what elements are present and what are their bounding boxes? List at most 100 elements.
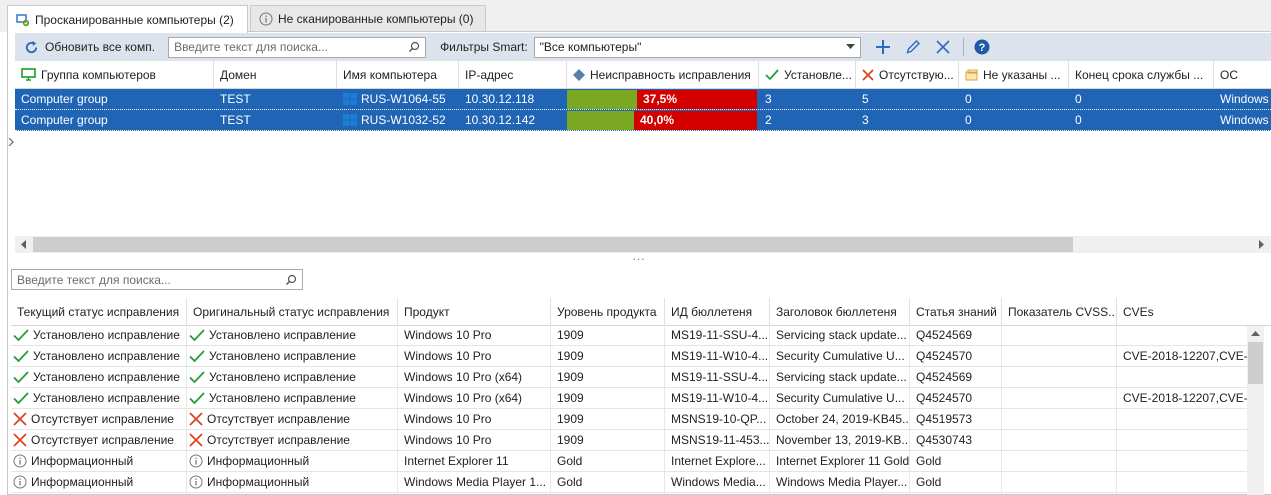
cves-cell: CVE-2018-12207,CVE-20 [1117, 346, 1247, 366]
column-header-bulletin-title[interactable]: Заголовок бюллетеня [770, 298, 910, 325]
column-header-computer-name[interactable]: Имя компьютера [337, 61, 459, 88]
panel-splitter[interactable]: ... [7, 250, 1271, 263]
column-header-current-status[interactable]: Текущий статус исправления [11, 298, 187, 325]
title-cell: October 24, 2019-KB45... [770, 409, 910, 429]
patch-search-input[interactable]: Введите текст для поиска... [11, 269, 303, 290]
refresh-all-button[interactable]: Обновить все комп. [24, 40, 155, 55]
column-header-missing[interactable]: Отсутствую... [856, 61, 959, 88]
edit-icon[interactable] [905, 39, 921, 55]
checkmark-icon [189, 349, 205, 362]
column-header-cves[interactable]: CVEs [1117, 298, 1271, 325]
computer-row[interactable]: Computer group TEST RUS-W1064-55 10.30.12.1… [15, 89, 1271, 110]
hscroll-thumb[interactable] [33, 237, 1073, 252]
ip-cell: 10.30.12.142 [465, 113, 536, 127]
column-header-cvss[interactable]: Показатель CVSS... [1002, 298, 1117, 325]
cross-icon [189, 433, 203, 447]
title-cell: November 13, 2019-KB... [770, 430, 910, 450]
computer-grid-header: Группа компьютеров Домен Имя компьютера … [15, 61, 1271, 89]
computer-name-cell: RUS-W1064-55 [337, 89, 459, 109]
tab-unscanned-computers[interactable]: Не сканированные компьютеры (0) [250, 5, 486, 32]
fault-percent: 37,5% [643, 92, 678, 106]
cross-icon [189, 412, 203, 426]
scroll-left-icon[interactable] [20, 240, 28, 249]
column-header-os[interactable]: ОС [1214, 61, 1271, 88]
column-label: Статья знаний [916, 304, 997, 319]
patch-search-placeholder: Введите текст для поиска... [17, 272, 171, 287]
kb-cell: Q4524570 [910, 388, 1002, 408]
checkmark-icon [189, 391, 205, 404]
kb-cell: Gold [910, 472, 1002, 492]
title-cell: Servicing stack update... [770, 325, 910, 345]
column-header-original-status[interactable]: Оригинальный статус исправления [187, 298, 398, 325]
bulletin-cell: Windows Media... [665, 472, 770, 492]
eol-cell: 0 [1075, 92, 1082, 106]
add-icon[interactable] [875, 39, 891, 55]
column-header-patch-fault[interactable]: Неисправность исправления [567, 61, 759, 88]
level-cell: Gold [551, 451, 665, 471]
column-header-unspecified[interactable]: Не указаны ... [959, 61, 1069, 88]
help-icon[interactable]: ? [974, 39, 990, 55]
kb-cell: Q4524570 [910, 346, 1002, 366]
vscroll-thumb[interactable] [1248, 342, 1263, 384]
column-label: ОС [1220, 67, 1238, 82]
delete-icon[interactable] [935, 39, 951, 55]
column-header-end-of-life[interactable]: Конец срока службы ... [1069, 61, 1214, 88]
column-header-group[interactable]: Группа компьютеров [15, 61, 214, 88]
scroll-up-icon[interactable] [1251, 330, 1260, 337]
status-label: Установлено исправление [209, 349, 356, 363]
computer-row[interactable]: Computer group TEST RUS-W1032-52 10.30.12.1… [15, 110, 1271, 131]
status-label: Отсутствует исправление [207, 433, 350, 447]
diamond-icon [573, 68, 585, 81]
checkmark-icon [189, 370, 205, 383]
original-status-cell: Установлено исправление [187, 346, 398, 366]
status-label: Установлено исправление [33, 349, 180, 363]
cves-cell [1117, 367, 1247, 387]
column-header-ip[interactable]: IP-адрес [459, 61, 567, 88]
tab-scanned-computers[interactable]: Просканированные компьютеры (2) [7, 5, 248, 33]
patch-row[interactable]: Отсутствует исправление Отсутствует испра… [11, 430, 1247, 451]
patch-row[interactable]: Установлено исправление Установлено испра… [11, 388, 1247, 409]
unspecified-cell: 0 [965, 92, 972, 106]
computer-grid-body: Computer group TEST RUS-W1064-55 10.30.12.1… [15, 89, 1271, 131]
checkmark-icon [765, 68, 779, 80]
current-status-cell: Установлено исправление [11, 388, 187, 408]
domain-cell: TEST [220, 113, 251, 127]
column-label: Домен [220, 67, 257, 82]
current-status-cell: Информационный [11, 451, 187, 471]
status-label: Установлено исправление [209, 391, 356, 405]
bulletin-cell: MS19-11-SSU-4... [665, 325, 770, 345]
fault-bar-ok [567, 110, 634, 130]
column-header-bulletin-id[interactable]: ИД бюллетеня [665, 298, 770, 325]
column-header-domain[interactable]: Домен [214, 61, 337, 88]
missing-cell: 5 [862, 92, 869, 106]
status-label: Отсутствует исправление [31, 412, 174, 426]
patch-row[interactable]: Отсутствует исправление Отсутствует испра… [11, 409, 1247, 430]
patch-row[interactable]: Установлено исправление Установлено испра… [11, 367, 1247, 388]
fault-percent: 40,0% [640, 113, 675, 127]
cvss-cell [1002, 346, 1117, 366]
info-icon [13, 475, 27, 489]
smart-filter-value: "Все компьютеры" [539, 40, 642, 54]
level-cell: 1909 [551, 430, 665, 450]
installed-cell: 2 [765, 113, 772, 127]
column-header-kb-article[interactable]: Статья знаний [910, 298, 1002, 325]
smart-filter-select[interactable]: "Все компьютеры" [533, 36, 861, 58]
column-header-installed[interactable]: Установле... [759, 61, 856, 88]
column-label: ИД бюллетеня [671, 304, 753, 319]
patch-row[interactable]: Установлено исправление Установлено испра… [11, 325, 1247, 346]
patch-row[interactable]: Установлено исправление Установлено испра… [11, 346, 1247, 367]
ip-cell: 10.30.12.118 [465, 92, 535, 106]
cvss-cell [1002, 430, 1117, 450]
bulletin-cell: MSNS19-10-QP... [665, 409, 770, 429]
patch-row[interactable]: Информационный Информационный Windows Medi… [11, 472, 1247, 493]
original-status-cell: Установлено исправление [187, 367, 398, 387]
column-header-product[interactable]: Продукт [398, 298, 551, 325]
patch-row[interactable]: Информационный Информационный Internet Exp… [11, 451, 1247, 472]
column-label: Продукт [404, 304, 450, 319]
cves-cell [1117, 325, 1247, 345]
column-header-product-level[interactable]: Уровень продукта [551, 298, 665, 325]
computer-search-input[interactable]: Введите текст для поиска... [168, 36, 427, 58]
cvss-cell [1002, 325, 1117, 345]
scroll-right-icon[interactable] [1257, 240, 1265, 249]
box-icon [965, 69, 978, 80]
